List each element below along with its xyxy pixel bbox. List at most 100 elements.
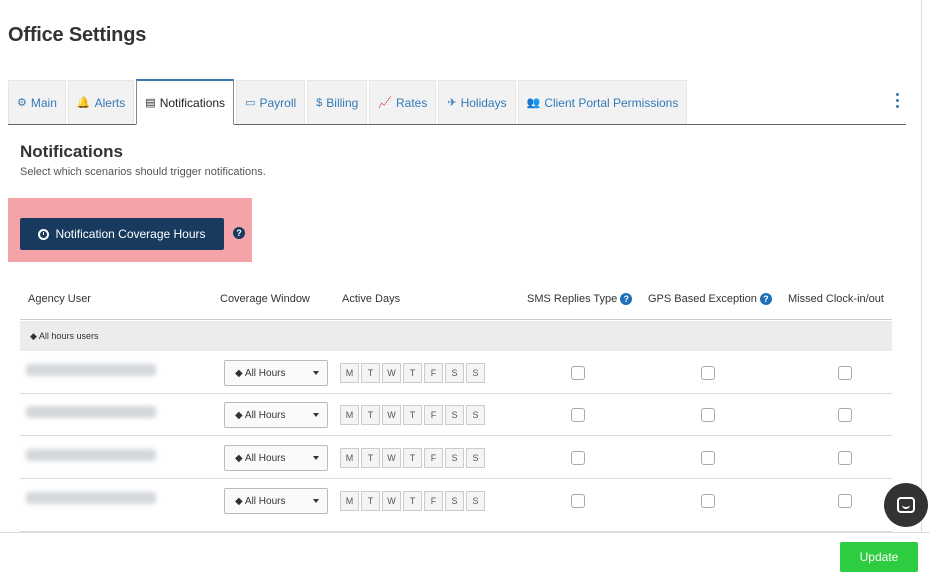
day-toggle[interactable]: S (445, 448, 464, 468)
day-toggle[interactable]: T (361, 448, 380, 468)
tab-label: Alerts (94, 95, 126, 110)
tab-label: Client Portal Permissions (544, 95, 679, 110)
day-toggle[interactable]: M (340, 491, 359, 511)
file-icon: ▤ (145, 97, 156, 109)
group-row: ◆ All hours users (20, 321, 892, 351)
sms-replies-checkbox[interactable] (571, 494, 585, 508)
tab-rates[interactable]: 📈 Rates (369, 80, 437, 124)
tab-label: Holidays (460, 95, 507, 110)
day-toggle[interactable]: S (445, 363, 464, 383)
gps-exception-checkbox[interactable] (701, 451, 715, 465)
tab-billing[interactable]: $ Billing (307, 80, 368, 124)
help-icon[interactable]: ? (233, 227, 245, 239)
sms-replies-checkbox[interactable] (571, 451, 585, 465)
gps-exception-checkbox[interactable] (701, 366, 715, 380)
notification-coverage-hours-button[interactable]: Notification Coverage Hours (20, 218, 224, 250)
missed-clock-checkbox[interactable] (838, 451, 852, 465)
header-missed-clock: Missed Clock-in/out (788, 293, 884, 305)
update-button[interactable]: Update (840, 542, 918, 572)
users-icon: 👥 (526, 97, 541, 109)
footer-bar (0, 532, 930, 576)
tab-client-portal-permissions[interactable]: 👥 Client Portal Permissions (517, 80, 688, 124)
header-label: GPS Based Exception (648, 293, 757, 305)
tab-notifications[interactable]: ▤ Notifications (136, 79, 235, 125)
tab-main[interactable]: ⚙ Main (8, 80, 66, 124)
tab-alerts[interactable]: 🔔 Alerts (67, 80, 135, 124)
header-gps-exception: GPS Based Exception? (648, 293, 772, 306)
day-toggle[interactable]: T (403, 448, 422, 468)
tab-holidays[interactable]: ✈ Holidays (438, 80, 516, 124)
tab-label: Rates (396, 95, 428, 110)
chevron-down-icon (313, 413, 319, 417)
help-icon[interactable]: ? (620, 293, 633, 306)
dollar-icon: $ (316, 96, 323, 109)
day-toggle[interactable]: W (382, 491, 401, 511)
select-value: ◆ All Hours (235, 409, 286, 421)
tab-label: Payroll (259, 95, 297, 110)
chevron-down-icon (313, 371, 319, 375)
chart-icon: 📈 (378, 97, 392, 109)
sms-replies-checkbox[interactable] (571, 408, 585, 422)
section-title: Notifications (20, 142, 123, 161)
payroll-icon: ▭ (245, 97, 256, 109)
section-description: Select which scenarios should trigger no… (20, 166, 266, 178)
day-toggle[interactable]: T (403, 405, 422, 425)
tab-label: Notifications (159, 95, 226, 110)
header-agency-user: Agency User (28, 293, 91, 305)
day-toggle[interactable]: M (340, 405, 359, 425)
missed-clock-checkbox[interactable] (838, 408, 852, 422)
agency-user-name (26, 406, 156, 418)
header-active-days: Active Days (342, 293, 401, 305)
sms-replies-checkbox[interactable] (571, 366, 585, 380)
coverage-window-select[interactable]: ◆ All Hours (224, 402, 328, 428)
gps-exception-checkbox[interactable] (701, 494, 715, 508)
active-days: MTWTFSS (340, 491, 487, 511)
table-row: ◆ All Hours M T W T F S S (20, 394, 892, 436)
day-toggle[interactable]: F (424, 448, 443, 468)
day-toggle[interactable]: F (424, 491, 443, 511)
day-toggle[interactable]: M (340, 363, 359, 383)
more-options-icon[interactable] (892, 93, 902, 108)
table-row: ◆ All Hours M T W T F S S (20, 437, 892, 479)
gear-icon: ⚙ (17, 97, 27, 109)
coverage-window-select[interactable]: ◆ All Hours (224, 360, 328, 386)
coverage-window-select[interactable]: ◆ All Hours (224, 445, 328, 471)
missed-clock-checkbox[interactable] (838, 494, 852, 508)
agency-user-name (26, 492, 156, 504)
clock-icon (38, 228, 50, 240)
header-sms-replies: SMS Replies Type? (527, 293, 633, 306)
plane-icon: ✈ (447, 97, 457, 109)
select-value: ◆ All Hours (235, 367, 286, 379)
day-toggle[interactable]: S (466, 491, 485, 511)
select-value: ◆ All Hours (235, 495, 286, 507)
day-toggle[interactable]: T (361, 491, 380, 511)
day-toggle[interactable]: W (382, 448, 401, 468)
gps-exception-checkbox[interactable] (701, 408, 715, 422)
day-toggle[interactable]: T (403, 363, 422, 383)
day-toggle[interactable]: T (361, 405, 380, 425)
table-row: ◆ All Hours M T W T F S S (20, 352, 892, 394)
day-toggle[interactable]: S (445, 491, 464, 511)
day-toggle[interactable]: T (403, 491, 422, 511)
coverage-button-label: Notification Coverage Hours (55, 227, 206, 241)
day-toggle[interactable]: F (424, 363, 443, 383)
coverage-window-select[interactable]: ◆ All Hours (224, 488, 328, 514)
day-toggle[interactable]: W (382, 405, 401, 425)
day-toggle[interactable]: W (382, 363, 401, 383)
day-toggle[interactable]: T (361, 363, 380, 383)
bell-icon: 🔔 (76, 97, 91, 109)
tab-label: Billing (326, 95, 359, 110)
day-toggle[interactable]: M (340, 448, 359, 468)
missed-clock-checkbox[interactable] (838, 366, 852, 380)
chat-launcher[interactable] (884, 483, 928, 527)
tab-payroll[interactable]: ▭ Payroll (236, 80, 306, 124)
day-toggle[interactable]: S (466, 405, 485, 425)
page-title: Office Settings (8, 24, 147, 46)
day-toggle[interactable]: S (466, 363, 485, 383)
day-toggle[interactable]: S (466, 448, 485, 468)
select-value: ◆ All Hours (235, 452, 286, 464)
day-toggle[interactable]: F (424, 405, 443, 425)
active-days: MTWTFSS (340, 363, 487, 383)
help-icon[interactable]: ? (759, 293, 772, 306)
day-toggle[interactable]: S (445, 405, 464, 425)
